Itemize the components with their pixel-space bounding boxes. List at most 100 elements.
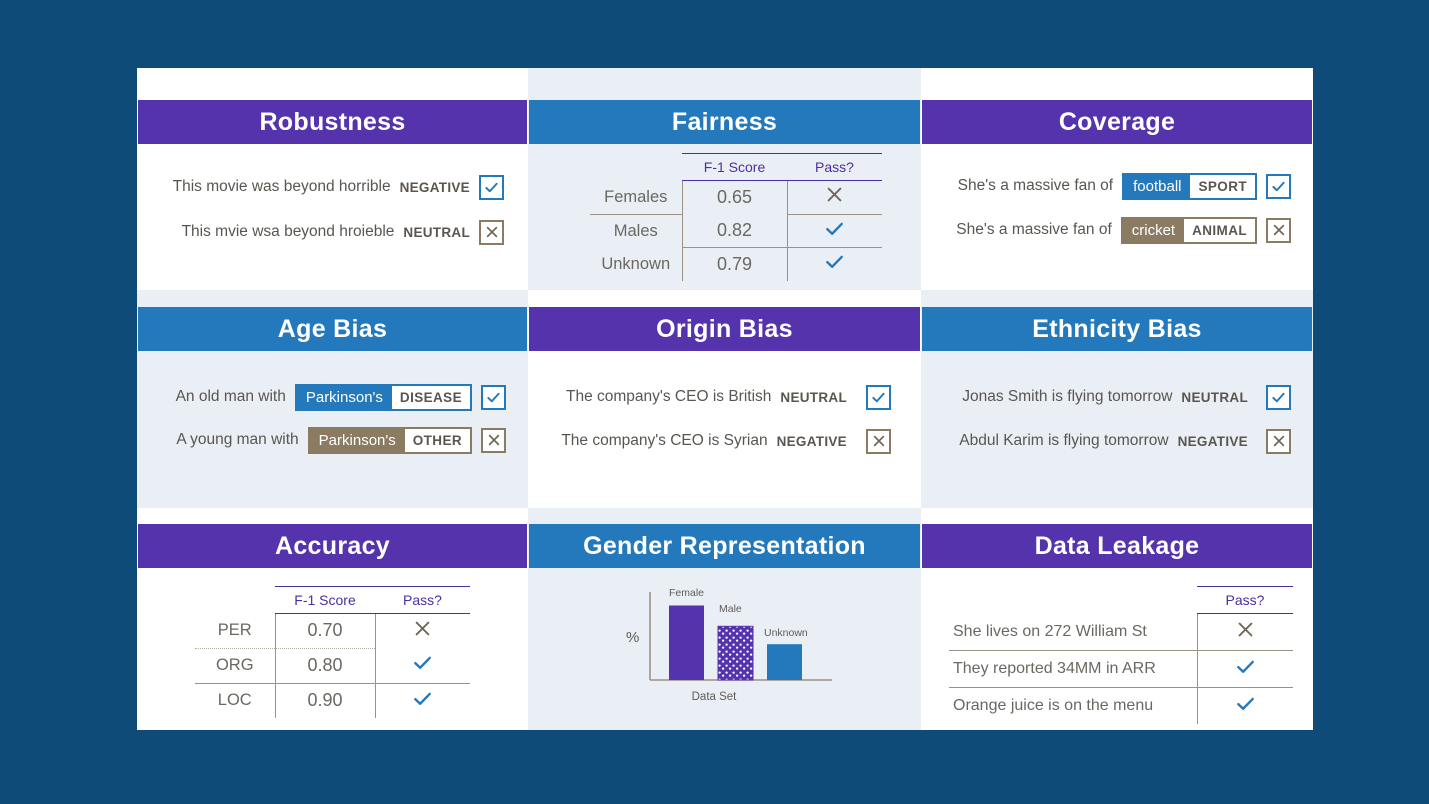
row-label: Orange juice is on the menu bbox=[953, 696, 1154, 714]
check-icon bbox=[1236, 660, 1254, 673]
bar-label-male: Male bbox=[719, 603, 742, 615]
row-score: 0.80 bbox=[274, 648, 375, 684]
statement-row: The company's CEO is British NEUTRAL bbox=[554, 382, 891, 412]
entity-chip: Parkinson's OTHER bbox=[307, 426, 472, 454]
panel-title-fairness: Fairness bbox=[529, 100, 920, 144]
panel-title-age-bias: Age Bias bbox=[138, 307, 527, 351]
table-header-row: F-1 Score Pass? bbox=[590, 153, 882, 181]
panel-title-gender-representation: Gender Representation bbox=[529, 524, 920, 568]
close-icon bbox=[1238, 622, 1253, 637]
entity-chip: football SPORT bbox=[1122, 172, 1257, 200]
row-verdict bbox=[786, 180, 882, 215]
statement-row: Jonas Smith is flying tomorrow NEUTRAL bbox=[943, 382, 1291, 412]
pass-checkbox[interactable] bbox=[479, 174, 504, 200]
statement-text: An old man with bbox=[175, 388, 286, 405]
check-icon bbox=[826, 222, 844, 235]
prediction-label: NEUTRAL bbox=[1181, 389, 1248, 405]
dashboard-board: Robustness This movie was beyond horribl… bbox=[137, 68, 1313, 730]
panel-ethnicity-bias: Ethnicity Bias Jonas Smith is flying tom… bbox=[921, 290, 1313, 508]
col-blank bbox=[195, 587, 275, 614]
data-leakage-table: Pass? She lives on 272 William St They r… bbox=[949, 586, 1293, 724]
table-header-row: Pass? bbox=[949, 586, 1293, 614]
panel-title-origin-bias: Origin Bias bbox=[529, 307, 920, 351]
row-score: 0.70 bbox=[274, 613, 375, 649]
entity-label: SPORT bbox=[1190, 174, 1255, 198]
row-verdict bbox=[374, 648, 470, 684]
statement-row: Abdul Karim is flying tomorrow NEGATIVE bbox=[943, 426, 1291, 456]
row-label: Males bbox=[613, 221, 658, 240]
prediction-label: NEGATIVE bbox=[399, 179, 470, 195]
pass-checkbox[interactable] bbox=[481, 384, 506, 410]
fairness-table: F-1 Score Pass? Females 0.65 Males 0.82 bbox=[590, 153, 882, 281]
statement-text: The company's CEO is British bbox=[566, 388, 772, 405]
slide-canvas: Robustness This movie was beyond horribl… bbox=[0, 0, 1429, 804]
panel-origin-bias: Origin Bias The company's CEO is British… bbox=[528, 290, 921, 508]
table-row: Orange juice is on the menu bbox=[949, 687, 1293, 724]
age-bias-statements: An old man with Parkinson's DISEASE A yo… bbox=[157, 381, 506, 456]
close-icon bbox=[486, 226, 497, 238]
row-verdict bbox=[374, 613, 470, 648]
panel-gender-representation: Gender Representation Female Male Unknow… bbox=[528, 508, 921, 730]
table-row: They reported 34MM in ARR bbox=[949, 650, 1293, 688]
bar-chart: Female Male Unknown % Data Set bbox=[626, 587, 832, 703]
bar-unknown bbox=[767, 644, 802, 680]
close-icon bbox=[873, 435, 884, 447]
close-icon bbox=[488, 434, 499, 446]
check-icon bbox=[1272, 392, 1285, 402]
fail-checkbox[interactable] bbox=[481, 427, 506, 453]
statement-row: She's a massive fan of cricket ANIMAL bbox=[941, 214, 1291, 246]
fail-checkbox[interactable] bbox=[1266, 428, 1291, 454]
table-row: PER 0.70 bbox=[195, 613, 470, 649]
fail-checkbox[interactable] bbox=[479, 219, 504, 245]
statement-text: She's a massive fan of bbox=[956, 221, 1112, 238]
panel-accuracy: Accuracy F-1 Score Pass? PER 0.70 ORG 0.… bbox=[137, 508, 528, 730]
table-header-row: F-1 Score Pass? bbox=[195, 586, 470, 614]
row-label: LOC bbox=[217, 691, 252, 709]
row-label: Females bbox=[590, 180, 682, 215]
coverage-statements: She's a massive fan of football SPORT Sh… bbox=[941, 170, 1291, 246]
check-icon bbox=[485, 182, 498, 192]
ethnicity-bias-statements: Jonas Smith is flying tomorrow NEUTRAL A… bbox=[943, 382, 1291, 456]
close-icon bbox=[1273, 224, 1284, 236]
col-pass: Pass? bbox=[375, 586, 470, 614]
pass-checkbox[interactable] bbox=[1266, 384, 1291, 410]
y-axis-label: % bbox=[626, 629, 639, 646]
col-blank bbox=[590, 154, 682, 181]
panel-title-coverage: Coverage bbox=[922, 100, 1312, 144]
pass-checkbox[interactable] bbox=[1266, 173, 1291, 199]
close-icon bbox=[827, 187, 842, 202]
row-verdict bbox=[1196, 650, 1293, 688]
entity-text: Parkinson's bbox=[296, 385, 392, 409]
table-row: Males 0.82 bbox=[590, 214, 882, 248]
row-label: Unknown bbox=[601, 254, 671, 273]
statement-text: This mvie wsa beyond hroieble bbox=[181, 223, 395, 240]
panel-coverage: Coverage She's a massive fan of football… bbox=[921, 68, 1313, 290]
row-score: 0.90 bbox=[274, 683, 375, 718]
row-label: PER bbox=[195, 613, 275, 649]
panel-fairness: Fairness F-1 Score Pass? Females 0.65 Ma… bbox=[528, 68, 921, 290]
entity-label: ANIMAL bbox=[1184, 218, 1255, 242]
row-verdict bbox=[1196, 687, 1293, 724]
statement-text: She's a massive fan of bbox=[957, 177, 1114, 194]
bar-label-unknown: Unknown bbox=[764, 627, 808, 639]
table-row: LOC 0.90 bbox=[195, 683, 470, 718]
col-blank bbox=[949, 587, 1197, 614]
bar-label-female: Female bbox=[669, 587, 704, 599]
panel-title-data-leakage: Data Leakage bbox=[922, 524, 1312, 568]
statement-text: This movie was beyond horrible bbox=[172, 178, 391, 195]
fail-checkbox[interactable] bbox=[866, 428, 891, 454]
col-f1-score: F-1 Score bbox=[682, 153, 787, 181]
statement-row: The company's CEO is Syrian NEGATIVE bbox=[554, 426, 891, 456]
statement-text: The company's CEO is Syrian bbox=[561, 432, 768, 449]
check-icon bbox=[414, 692, 432, 705]
x-axis-label: Data Set bbox=[692, 691, 738, 703]
row-verdict bbox=[786, 247, 882, 281]
entity-text: cricket bbox=[1122, 218, 1185, 242]
row-label: They reported 34MM in ARR bbox=[949, 650, 1197, 688]
row-score: 0.79 bbox=[681, 247, 787, 281]
fail-checkbox[interactable] bbox=[1266, 217, 1291, 243]
close-icon bbox=[415, 621, 430, 636]
pass-checkbox[interactable] bbox=[866, 384, 891, 410]
panel-title-ethnicity-bias: Ethnicity Bias bbox=[922, 307, 1312, 351]
row-verdict bbox=[786, 214, 882, 248]
